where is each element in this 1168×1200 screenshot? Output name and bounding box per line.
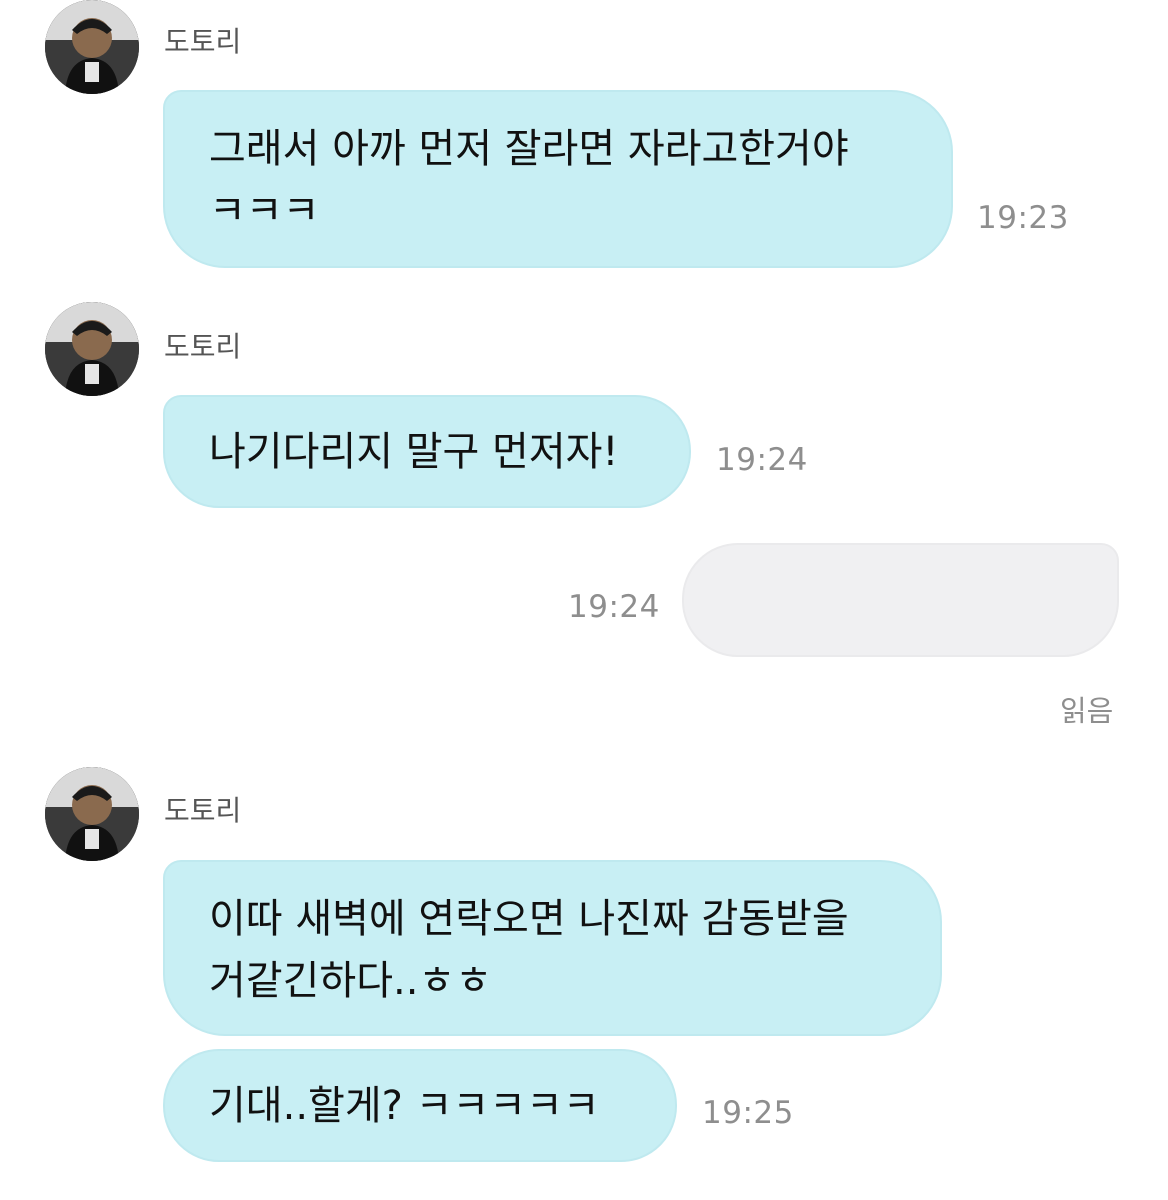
avatar[interactable] (45, 767, 139, 861)
message-timestamp: 19:23 (977, 200, 1069, 236)
message-line: 나기다리지 말구 먼저자! (209, 429, 619, 475)
avatar[interactable] (45, 0, 139, 94)
message-timestamp: 19:24 (716, 442, 808, 478)
message-bubble[interactable]: 나기다리지 말구 먼저자! (163, 395, 691, 508)
message-bubble[interactable]: 이따 새벽에 연락오면 나진짜 감동받을 거같긴하다..ㅎㅎ (163, 860, 942, 1036)
message-line: 기대..할게? ㅋㅋㅋㅋㅋ (209, 1083, 600, 1129)
message-line: 이따 새벽에 연락오면 나진짜 감동받을 (209, 896, 849, 942)
sender-name: 도토리 (164, 25, 242, 58)
message-line: ㅋㅋㅋ (209, 188, 320, 234)
message-timestamp: 19:25 (702, 1095, 794, 1131)
message-line: 그래서 아까 먼저 잘라면 자라고한거야 (209, 126, 849, 172)
message-bubble[interactable]: 그래서 아까 먼저 잘라면 자라고한거야 ㅋㅋㅋ (163, 90, 953, 268)
sender-name: 도토리 (164, 330, 242, 363)
sent-message-bubble[interactable] (682, 543, 1119, 657)
message-line: 거같긴하다..ㅎㅎ (209, 958, 493, 1004)
read-receipt: 읽음 (1060, 694, 1114, 728)
sender-name: 도토리 (164, 794, 242, 827)
message-timestamp: 19:24 (568, 589, 660, 625)
avatar[interactable] (45, 302, 139, 396)
message-bubble[interactable]: 기대..할게? ㅋㅋㅋㅋㅋ (163, 1049, 677, 1162)
